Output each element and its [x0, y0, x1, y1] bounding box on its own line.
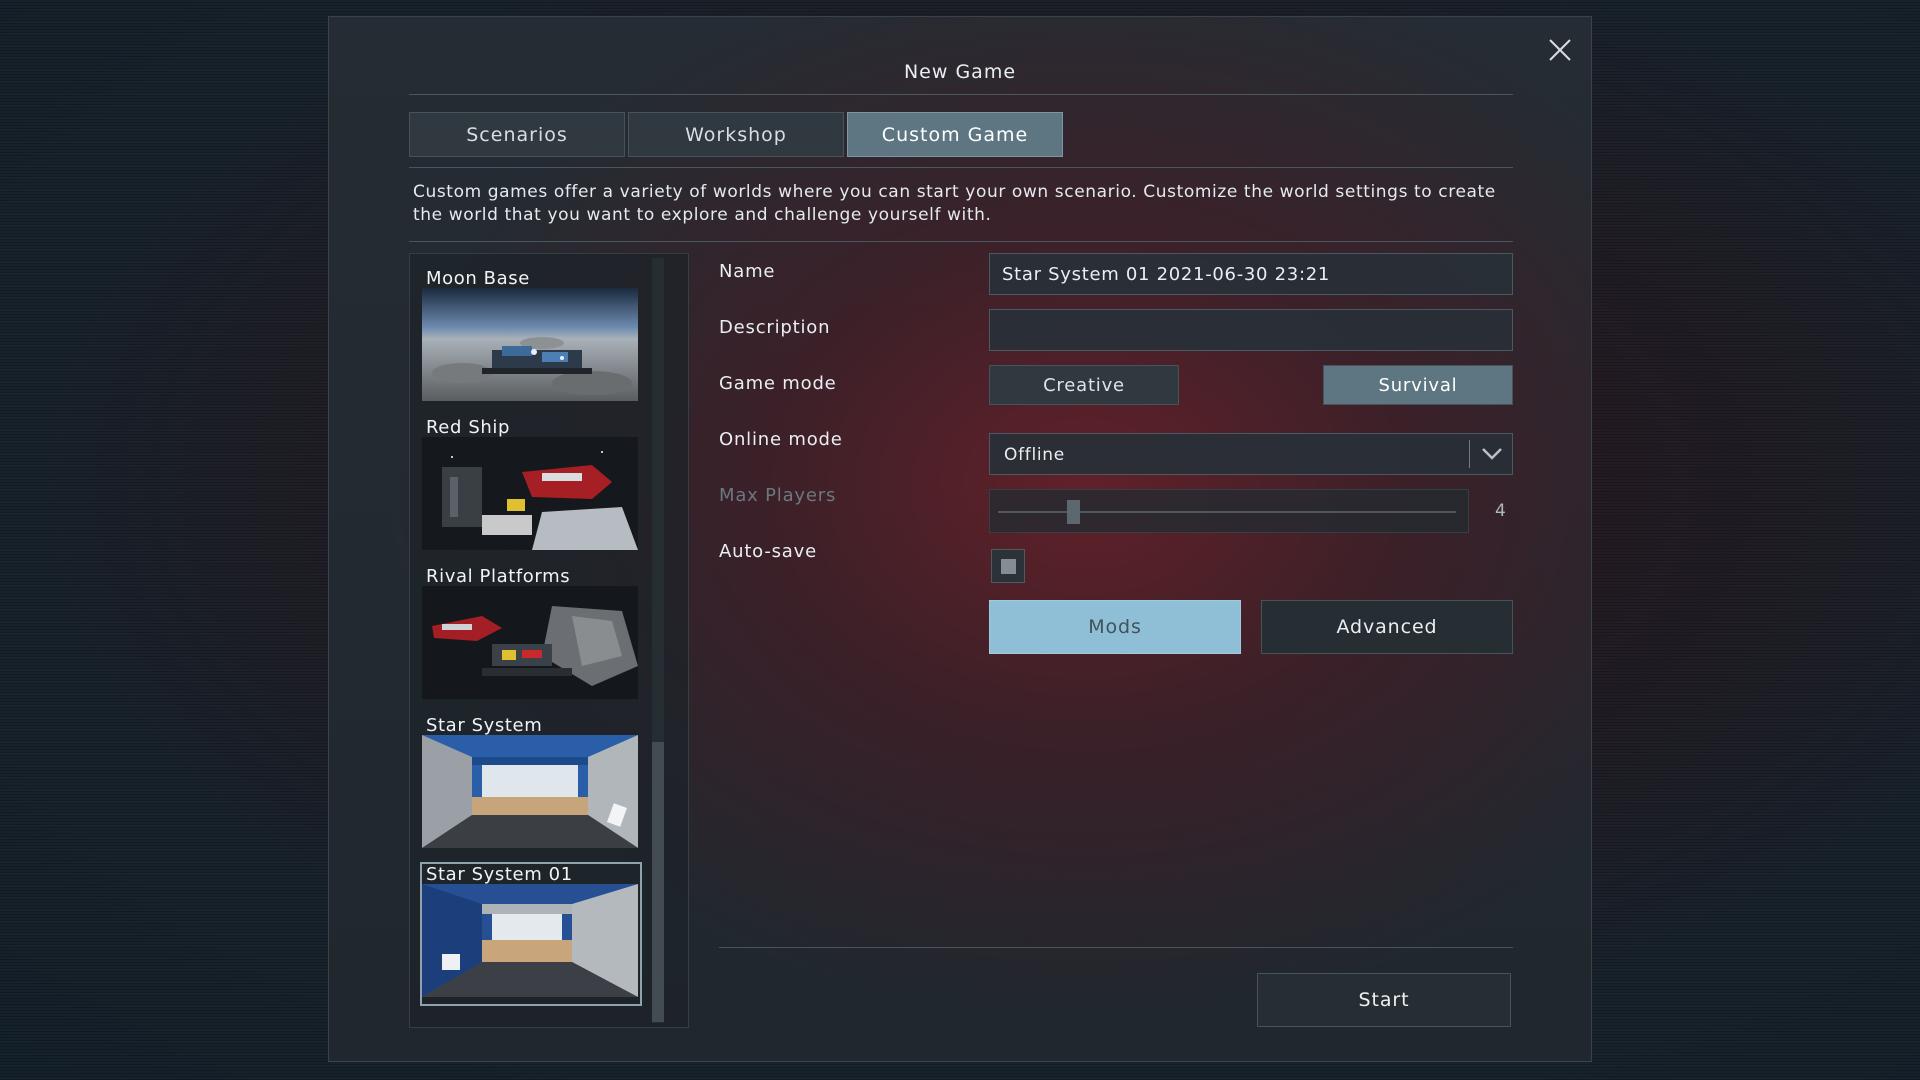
world-thumbnail [422, 586, 638, 699]
world-name: Red Ship [426, 417, 510, 438]
world-thumbnail [422, 288, 638, 401]
world-name: Rival Platforms [426, 566, 571, 587]
name-input[interactable]: Star System 01 2021-06-30 23:21 [989, 253, 1513, 295]
checkbox-indicator [1001, 559, 1016, 574]
world-item-rival-platforms[interactable]: Rival Platforms [422, 566, 640, 706]
autosave-label: Auto-save [719, 541, 817, 562]
tab-bar: Scenarios Workshop Custom Game [409, 112, 1063, 157]
new-game-dialog: New Game Scenarios Workshop Custom Game … [328, 16, 1592, 1062]
world-item-moon-base[interactable]: Moon Base [422, 268, 640, 408]
survival-mode-button[interactable]: Survival [1323, 365, 1513, 405]
game-mode-label: Game mode [719, 373, 837, 394]
tab-scenarios[interactable]: Scenarios [409, 112, 625, 157]
description-label: Description [719, 317, 831, 338]
world-thumbnail [422, 884, 638, 997]
world-list-scrollbar[interactable] [652, 258, 664, 1023]
online-mode-value: Offline [1004, 445, 1065, 465]
world-name: Moon Base [426, 268, 530, 289]
advanced-button[interactable]: Advanced [1261, 600, 1513, 654]
world-thumbnail [422, 437, 638, 550]
world-item-red-ship[interactable]: Red Ship [422, 417, 640, 557]
world-thumbnail [422, 735, 638, 848]
footer-divider [719, 947, 1513, 948]
scrollbar-thumb[interactable] [652, 742, 664, 1022]
description-input[interactable] [989, 309, 1513, 351]
max-players-value: 4 [1495, 501, 1506, 521]
tab-custom-game[interactable]: Custom Game [847, 112, 1063, 157]
dialog-title: New Game [903, 61, 1017, 83]
online-mode-dropdown[interactable]: Offline [989, 433, 1513, 475]
close-button[interactable] [1543, 33, 1577, 67]
world-item-star-system[interactable]: Star System [422, 715, 640, 855]
tab-workshop[interactable]: Workshop [628, 112, 844, 157]
world-name: Star System [426, 715, 543, 736]
tabs-divider [409, 167, 1513, 168]
world-list: Moon Base Red Ship Rival Platforms Star … [409, 253, 689, 1028]
max-players-slider[interactable] [989, 489, 1469, 533]
slider-knob[interactable] [1067, 500, 1080, 524]
online-mode-label: Online mode [719, 429, 843, 450]
title-divider [409, 94, 1513, 95]
description-divider [409, 241, 1513, 242]
start-button[interactable]: Start [1257, 973, 1511, 1027]
chevron-down-icon [1482, 448, 1502, 460]
mods-button[interactable]: Mods [989, 600, 1241, 654]
world-item-star-system-01[interactable]: Star System 01 [420, 862, 642, 1006]
creative-mode-button[interactable]: Creative [989, 365, 1179, 405]
name-label: Name [719, 261, 776, 282]
max-players-label: Max Players [719, 485, 837, 506]
world-name: Star System 01 [426, 864, 573, 885]
dropdown-separator [1469, 440, 1470, 468]
close-icon [1549, 39, 1571, 61]
description-text: Custom games offer a variety of worlds w… [413, 182, 1496, 225]
autosave-checkbox[interactable] [991, 549, 1025, 583]
